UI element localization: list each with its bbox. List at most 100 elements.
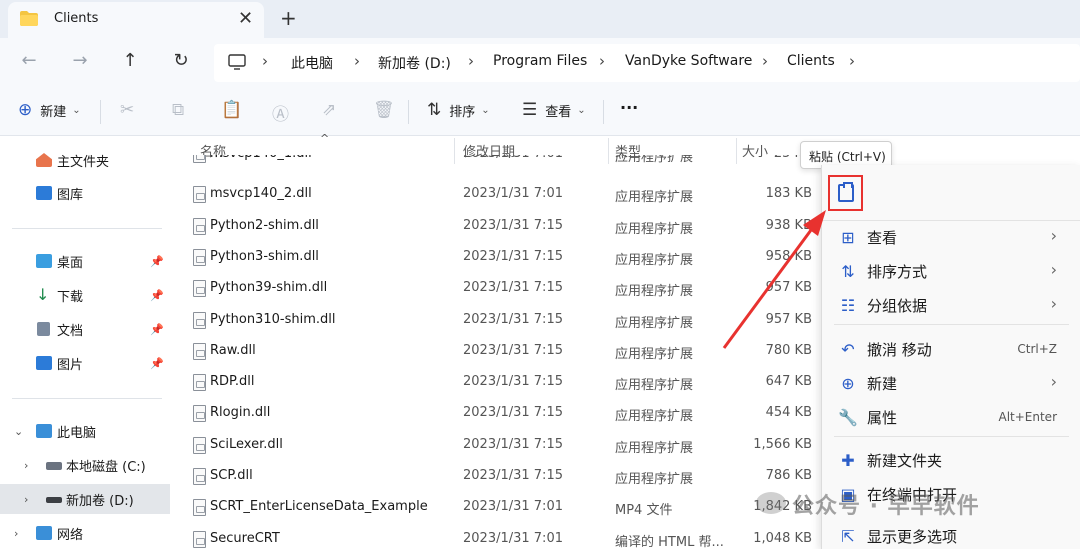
new-tab-button[interactable]: +: [280, 6, 297, 30]
file-size: 183 KB: [765, 186, 812, 202]
menu-item-shortcut: Ctrl+Z: [1017, 342, 1057, 356]
pin-icon[interactable]: 📌: [150, 255, 164, 268]
file-row[interactable]: RDP.dll 2023/1/31 7:15 应用程序扩展 647 KB: [170, 367, 820, 398]
breadcrumb-drive-d[interactable]: 新加卷 (D:): [378, 53, 451, 73]
new-button[interactable]: ⊕ 新建 ⌄: [18, 100, 81, 120]
file-row[interactable]: Python3-shim.dll 2023/1/31 7:15 应用程序扩展 958 …: [170, 242, 820, 273]
file-row[interactable]: Rlogin.dll 2023/1/31 7:15 应用程序扩展 454 KB: [170, 398, 820, 429]
menu-item-label: 属性: [867, 409, 898, 427]
chevron-right-icon[interactable]: ›: [14, 527, 18, 540]
address-bar[interactable]: › 此电脑 › 新加卷 (D:) › Program Files › VanDy…: [214, 44, 1080, 82]
sidebar-item-gallery[interactable]: 图库: [0, 178, 170, 208]
sidebar-item-network[interactable]: › 网络: [0, 518, 170, 548]
sidebar-item-pictures[interactable]: 图片 📌: [0, 348, 170, 378]
file-type: 应用程序扩展: [615, 346, 694, 362]
sort-indicator-icon: ^: [320, 132, 330, 145]
file-name: Python310-shim.dll: [210, 311, 336, 327]
breadcrumb-program-files[interactable]: Program Files: [493, 53, 587, 69]
tab-bar: Clients ✕ +: [0, 0, 1080, 38]
pin-icon[interactable]: 📌: [150, 357, 164, 370]
menu-item[interactable]: ✚ 新建文件夹: [822, 444, 1080, 478]
file-row[interactable]: Raw.dll 2023/1/31 7:15 应用程序扩展 780 KB: [170, 336, 820, 367]
chevron-right-icon: ›: [849, 52, 855, 70]
paste-icon[interactable]: [838, 182, 854, 202]
breadcrumb-clients[interactable]: Clients: [787, 53, 835, 69]
back-icon[interactable]: ←: [17, 50, 41, 71]
sidebar-item-this-pc[interactable]: ⌄ 此电脑: [0, 416, 170, 446]
watermark-logo: [756, 492, 786, 514]
menu-item-label: 显示更多选项: [867, 528, 958, 546]
file-icon: [193, 374, 206, 392]
sidebar-item-drive-c[interactable]: › 本地磁盘 (C:): [0, 450, 170, 480]
sort-icon: ⇅: [427, 100, 442, 120]
file-date: 2023/1/31 7:15: [463, 311, 563, 327]
file-name: msvcp140_1.dll: [210, 155, 312, 161]
drive-icon: [46, 497, 62, 503]
file-row[interactable]: SciLexer.dll 2023/1/31 7:15 应用程序扩展 1,566 KB: [170, 430, 820, 461]
file-row[interactable]: SCRT_EnterLicenseData_Example 2023/1/31 7…: [170, 492, 820, 523]
tab-clients[interactable]: Clients ✕: [8, 2, 264, 38]
file-row[interactable]: Python2-shim.dll 2023/1/31 7:15 应用程序扩展 938 …: [170, 211, 820, 242]
view-button[interactable]: ☰ 查看 ⌄: [522, 100, 586, 120]
menu-item[interactable]: ↶ 撤消 移动 Ctrl+Z: [822, 333, 1080, 367]
chevron-right-icon[interactable]: ›: [24, 493, 28, 506]
forward-icon[interactable]: →: [68, 50, 92, 71]
menu-item-label: 查看: [867, 229, 898, 247]
delete-button[interactable]: 🗑: [373, 100, 403, 120]
paste-toolbar-button[interactable]: 📋: [221, 100, 250, 120]
toolbar-divider: [408, 100, 409, 124]
command-toolbar: ⊕ 新建 ⌄ ✂ ⧉ 📋 Ⓐ ⇗ 🗑 ⇅ 排序 ⌄ ☰ 查看 ⌄ ···: [0, 86, 1080, 136]
file-row[interactable]: SCP.dll 2023/1/31 7:15 应用程序扩展 786 KB: [170, 461, 820, 492]
sidebar-item-desktop[interactable]: 桌面 📌: [0, 246, 170, 276]
menu-item[interactable]: ☷ 分组依据 ›: [822, 289, 1080, 323]
chevron-right-icon[interactable]: ›: [24, 459, 28, 472]
breadcrumb-vandyke[interactable]: VanDyke Software: [625, 53, 752, 69]
file-date: 2023/1/31 7:15: [463, 217, 563, 233]
sidebar-item-home[interactable]: 主文件夹: [0, 145, 170, 175]
menu-item[interactable]: 🔧 属性 Alt+Enter: [822, 401, 1080, 435]
file-row[interactable]: SecureCRT 2023/1/31 7:01 编译的 HTML 帮... 1,04…: [170, 524, 820, 549]
sidebar-item-documents[interactable]: 文档 📌: [0, 314, 170, 344]
home-icon: [36, 153, 52, 167]
file-row[interactable]: msvcp140_2.dll 2023/1/31 7:01 应用程序扩展 183 KB: [170, 179, 820, 210]
sidebar-item-label: 下载: [57, 289, 84, 305]
file-icon: [193, 468, 206, 485]
file-name: Rlogin.dll: [210, 405, 271, 421]
chevron-down-icon[interactable]: ⌄: [14, 425, 23, 438]
file-row[interactable]: Python310-shim.dll 2023/1/31 7:15 应用程序扩展 95…: [170, 305, 820, 336]
refresh-icon[interactable]: ↻: [169, 50, 193, 71]
menu-item[interactable]: ⊕ 新建 ›: [822, 367, 1080, 401]
up-icon[interactable]: ↑: [118, 50, 142, 71]
chevron-right-icon: ›: [1050, 260, 1057, 279]
file-type: 应用程序扩展: [615, 315, 694, 331]
chevron-right-icon: ›: [1050, 372, 1057, 391]
properties-icon: 🔧: [838, 408, 858, 427]
breadcrumb-this-pc[interactable]: 此电脑: [291, 53, 333, 73]
menu-item[interactable]: ⇅ 排序方式 ›: [822, 255, 1080, 289]
pin-icon[interactable]: 📌: [150, 323, 164, 336]
cut-button[interactable]: ✂: [120, 100, 142, 120]
menu-item[interactable]: ⊞ 查看 ›: [822, 221, 1080, 255]
menu-item[interactable]: ⇱ 显示更多选项: [822, 520, 1080, 549]
sidebar-item-label: 图库: [57, 187, 84, 203]
file-row[interactable]: msvcp140_1.dll2023/1/31 7:01应用程序扩展25 KB: [170, 155, 820, 171]
network-icon: [36, 526, 52, 540]
rename-button[interactable]: Ⓐ: [272, 100, 297, 125]
share-button[interactable]: ⇗: [322, 100, 344, 120]
sort-button[interactable]: ⇅ 排序 ⌄: [427, 100, 490, 120]
drive-icon: [46, 462, 62, 470]
file-size: 938 KB: [765, 217, 812, 233]
copy-button[interactable]: ⧉: [172, 100, 192, 120]
file-size: 454 KB: [765, 405, 812, 421]
pin-icon[interactable]: 📌: [150, 289, 164, 302]
more-options-button[interactable]: ···: [620, 98, 638, 117]
file-row[interactable]: Python39-shim.dll 2023/1/31 7:15 应用程序扩展 957…: [170, 273, 820, 304]
sidebar-divider: [12, 228, 162, 229]
menu-item-label: 新建文件夹: [867, 452, 943, 470]
toolbar-divider: [603, 100, 604, 124]
sidebar-item-label: 新加卷 (D:): [66, 493, 134, 509]
sidebar-item-drive-d[interactable]: › 新加卷 (D:): [0, 484, 170, 514]
sidebar-item-downloads[interactable]: ↓ 下载 📌: [0, 280, 170, 310]
file-icon: [193, 186, 206, 204]
close-tab-icon[interactable]: ✕: [238, 8, 253, 29]
